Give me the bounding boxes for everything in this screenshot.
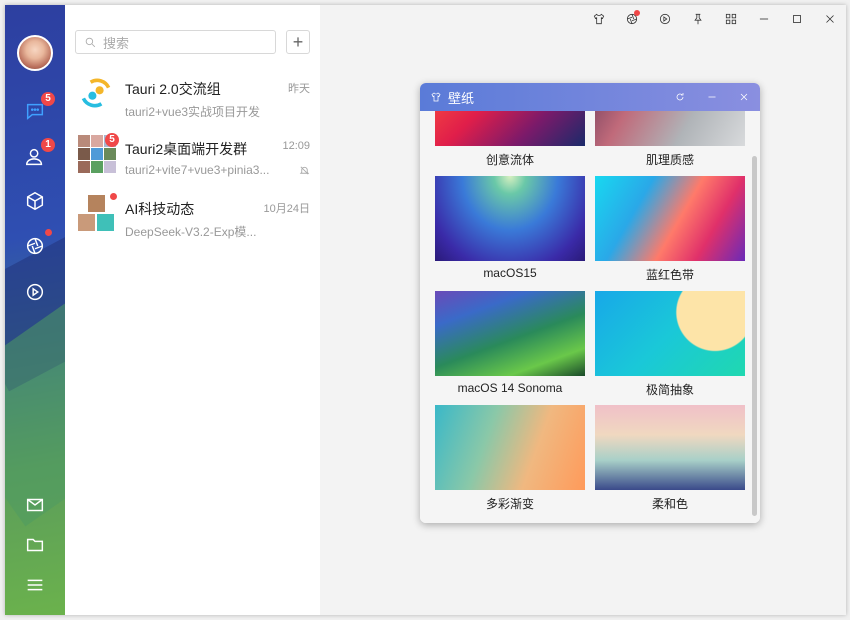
close-icon: [740, 93, 748, 101]
aperture-button[interactable]: [615, 5, 648, 33]
wallpaper-thumbnail: [595, 176, 745, 261]
main-area: 壁纸 创意流体 肌理质感 macOS15 蓝红色带 macOS 14 Sonom…: [320, 5, 846, 615]
unread-dot: [110, 193, 117, 200]
chat-name: AI科技动态: [125, 201, 195, 217]
dialog-scrollbar[interactable]: [752, 156, 757, 516]
chat-time: 10月24日: [263, 203, 310, 215]
close-icon: [825, 15, 834, 23]
chat-preview: tauri2+vite7+vue3+pinia3...: [125, 163, 270, 177]
apps-button[interactable]: [714, 5, 747, 33]
wallpaper-item[interactable]: 肌理质感: [595, 111, 745, 168]
chat-list-panel: 搜索 + Tauri 2.0交流组 昨天 tauri2+vue3实战项目开发 5…: [65, 5, 320, 615]
rail-aperture[interactable]: [19, 229, 52, 262]
play-button[interactable]: [648, 5, 681, 33]
aperture-icon: [26, 237, 44, 255]
maximize-icon: [792, 15, 801, 23]
wallpaper-item[interactable]: 极简抽象: [595, 291, 745, 398]
dialog-title: 壁纸: [448, 90, 475, 106]
wallpaper-caption: 柔和色: [651, 497, 688, 511]
chat-name: Tauri2桌面端开发群: [125, 141, 248, 157]
dialog-header: 壁纸: [420, 83, 760, 111]
minimize-icon: [759, 18, 768, 20]
wallpaper-caption: 肌理质感: [645, 153, 694, 167]
wallpaper-item[interactable]: macOS15: [435, 176, 585, 280]
minimize-button[interactable]: [747, 5, 780, 33]
tauri-logo-icon: [81, 78, 111, 108]
dialog-minimize-button[interactable]: [696, 83, 728, 111]
search-icon: [85, 37, 96, 47]
chat-unread-badge: 5: [41, 92, 55, 106]
rail-folder[interactable]: [19, 529, 51, 561]
pin-icon: [693, 13, 702, 25]
add-button[interactable]: +: [286, 30, 310, 54]
close-button[interactable]: [813, 5, 846, 33]
rail-menu[interactable]: [19, 569, 51, 601]
mute-bell-icon: [299, 166, 310, 175]
wallpaper-item[interactable]: 柔和色: [595, 405, 745, 512]
cube-icon: [26, 191, 44, 211]
skin-button[interactable]: [582, 5, 615, 33]
wallpaper-item[interactable]: macOS 14 Sonoma: [435, 291, 585, 395]
minimize-icon: [708, 96, 716, 98]
wallpaper-thumbnail: [595, 291, 745, 376]
wallpaper-item[interactable]: 多彩渐变: [435, 405, 585, 512]
chat-name: Tauri 2.0交流组: [125, 81, 221, 97]
wallpaper-item[interactable]: 蓝红色带: [595, 176, 745, 283]
window-toolbar: [582, 5, 846, 33]
notification-dot: [634, 10, 640, 16]
app-window: 5 1 搜索 + Tauri 2.0交流组 昨天 tauri2+vue3实战项目…: [5, 5, 846, 615]
contacts-badge: 1: [41, 138, 55, 152]
wallpaper-thumbnail: [435, 111, 585, 146]
wallpaper-grid: 创意流体 肌理质感 macOS15 蓝红色带 macOS 14 Sonoma 极…: [420, 111, 760, 523]
play-circle-icon: [659, 13, 670, 25]
chat-time: 昨天: [288, 83, 310, 95]
search-input[interactable]: 搜索: [75, 30, 276, 54]
menu-icon: [27, 579, 43, 591]
tshirt-icon: [593, 13, 604, 25]
rail-mail[interactable]: [19, 489, 51, 521]
chat-unread-badge: 5: [105, 133, 119, 147]
group-avatar: [78, 195, 114, 231]
play-circle-icon: [26, 283, 44, 301]
wallpaper-caption: 蓝红色带: [645, 268, 694, 282]
wallpaper-caption: macOS 14 Sonoma: [457, 381, 563, 395]
rail-contacts[interactable]: 1: [19, 138, 55, 173]
chat-item[interactable]: AI科技动态 10月24日 DeepSeek-V3.2-Exp模...: [65, 187, 320, 247]
wallpaper-thumbnail: [595, 405, 745, 490]
rail-chat[interactable]: 5: [19, 92, 55, 127]
wallpaper-thumbnail: [435, 176, 585, 261]
rail-cube[interactable]: [19, 185, 51, 217]
wallpaper-thumbnail: [435, 291, 585, 376]
wallpaper-thumbnail: [595, 111, 745, 146]
maximize-button[interactable]: [780, 5, 813, 33]
aperture-dot: [45, 229, 52, 236]
folder-icon: [26, 538, 44, 552]
chat-preview: DeepSeek-V3.2-Exp模...: [125, 225, 257, 239]
user-avatar[interactable]: [17, 35, 53, 71]
dialog-refresh-button[interactable]: [664, 83, 696, 111]
grid-icon: [725, 13, 736, 25]
dialog-close-button[interactable]: [728, 83, 760, 111]
chat-item[interactable]: 5 Tauri2桌面端开发群 12:09 tauri2+vite7+vue3+p…: [65, 127, 320, 187]
wallpaper-caption: 极简抽象: [645, 383, 694, 397]
tshirt-icon: [431, 92, 441, 102]
refresh-icon: [676, 93, 684, 101]
wallpaper-caption: macOS15: [483, 266, 537, 280]
wallpaper-dialog: 壁纸 创意流体 肌理质感 macOS15 蓝红色带 macOS 14 Sonom…: [420, 83, 760, 523]
mail-icon: [26, 498, 44, 512]
wallpaper-caption: 多彩渐变: [485, 497, 534, 511]
search-placeholder: 搜索: [103, 35, 130, 51]
chat-time: 12:09: [282, 140, 310, 152]
rail-play[interactable]: [19, 276, 51, 308]
sidebar-rail: 5 1: [5, 5, 65, 615]
chat-preview: tauri2+vue3实战项目开发: [125, 105, 261, 119]
chat-item[interactable]: Tauri 2.0交流组 昨天 tauri2+vue3实战项目开发: [65, 67, 320, 127]
wallpaper-thumbnail: [435, 405, 585, 490]
wallpaper-caption: 创意流体: [485, 153, 534, 167]
wallpaper-item[interactable]: 创意流体: [435, 111, 585, 168]
pin-button[interactable]: [681, 5, 714, 33]
